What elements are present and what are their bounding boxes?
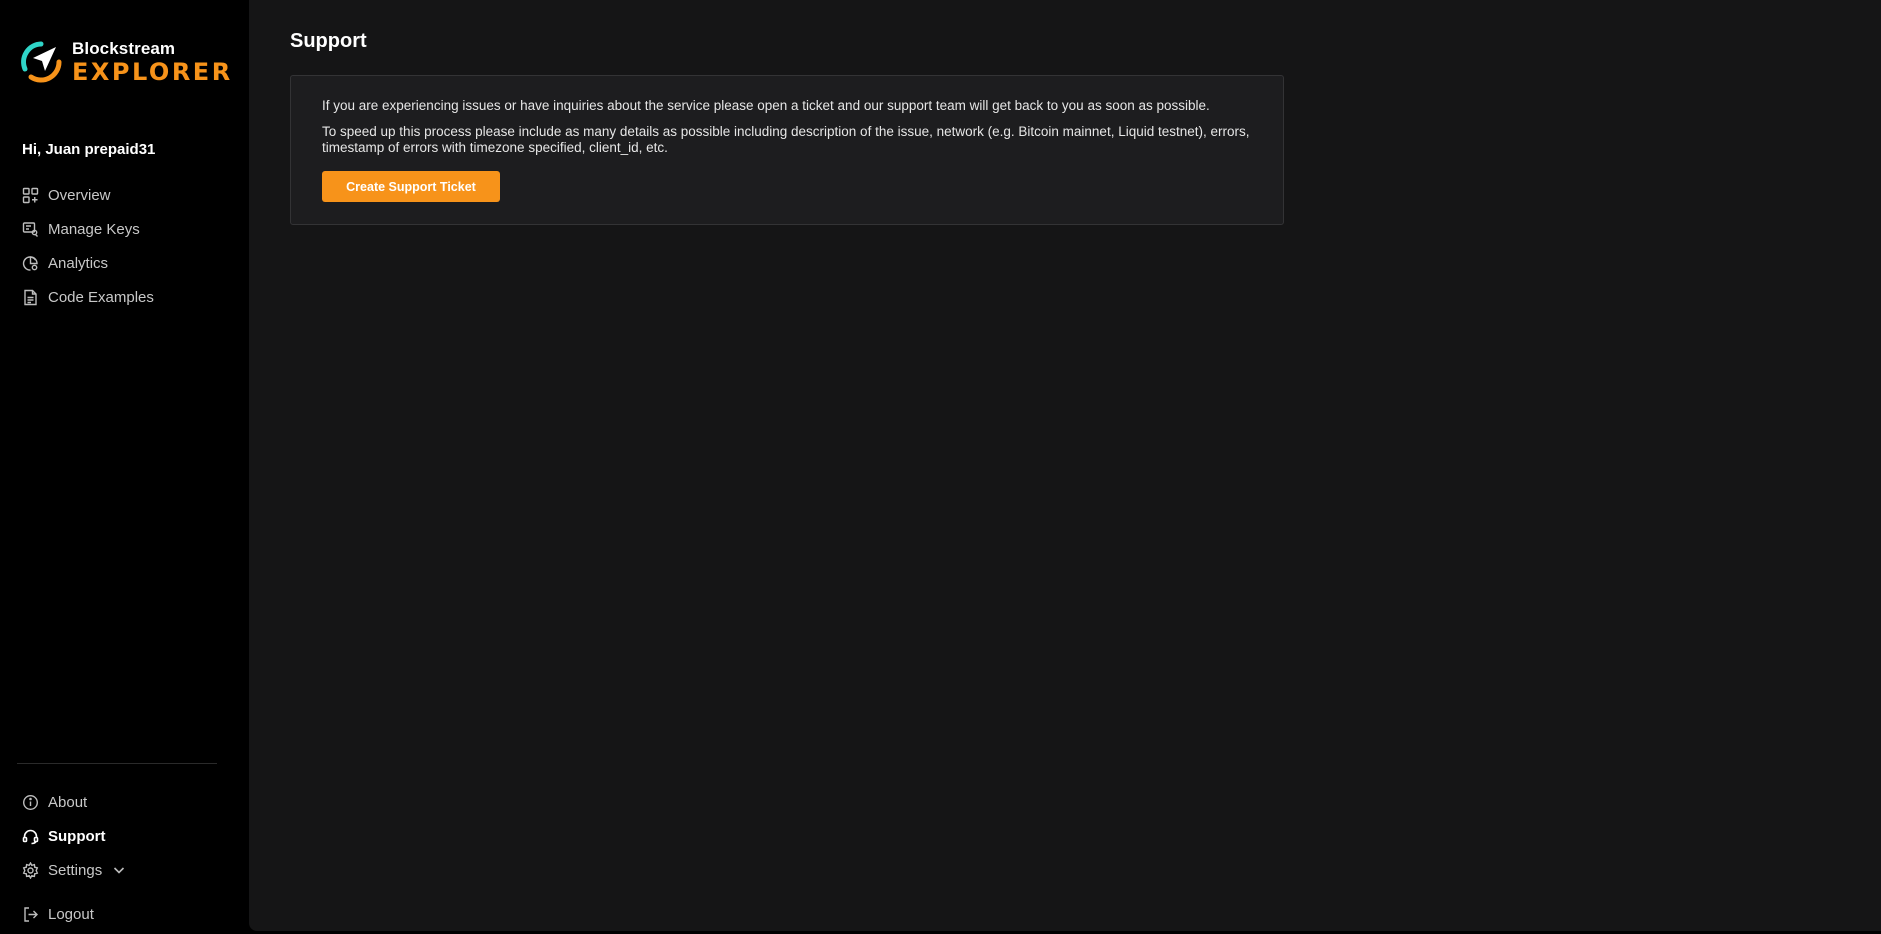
sidebar-divider (17, 763, 217, 764)
sidebar-item-label: Overview (48, 186, 111, 204)
sidebar: Blockstream EXPLORER Hi, Juan prepaid31 … (0, 0, 249, 934)
sidebar-item-overview[interactable]: Overview (22, 184, 111, 206)
sidebar-item-manage-keys[interactable]: Manage Keys (22, 218, 140, 240)
brand-logo[interactable]: Blockstream EXPLORER (20, 38, 230, 86)
key-icon (22, 221, 39, 238)
grid-icon (22, 187, 39, 204)
support-card: If you are experiencing issues or have i… (290, 75, 1284, 225)
main-content: Support If you are experiencing issues o… (249, 0, 1881, 931)
sidebar-item-code-examples[interactable]: Code Examples (22, 286, 154, 308)
analytics-icon (22, 255, 39, 272)
sidebar-item-label: Settings (48, 861, 103, 879)
support-icon (22, 828, 39, 845)
logout-icon (22, 906, 39, 923)
chevron-down-icon[interactable] (112, 863, 126, 877)
sidebar-item-label: Code Examples (48, 288, 154, 306)
sidebar-item-logout[interactable]: Logout (22, 903, 94, 925)
document-icon (22, 289, 39, 306)
sidebar-item-analytics[interactable]: Analytics (22, 252, 108, 274)
support-intro-text: If you are experiencing issues or have i… (322, 98, 1210, 113)
support-details-text: To speed up this process please include … (322, 124, 1250, 155)
info-icon (22, 794, 39, 811)
brand-name-top: Blockstream (72, 39, 176, 58)
gear-icon (22, 861, 39, 879)
blockstream-logo-icon (21, 41, 62, 83)
sidebar-item-label: Manage Keys (48, 220, 140, 238)
sidebar-item-settings[interactable]: Settings (22, 859, 126, 881)
sidebar-item-label: Analytics (48, 254, 109, 272)
sidebar-item-about[interactable]: About (22, 791, 87, 813)
sidebar-item-label: Logout (48, 905, 94, 923)
sidebar-item-support[interactable]: Support (22, 825, 106, 847)
page-title: Support (290, 30, 367, 52)
user-greeting: Hi, Juan prepaid31 (22, 141, 156, 158)
create-support-ticket-button[interactable]: Create Support Ticket (322, 171, 500, 202)
sidebar-item-label: About (48, 793, 88, 811)
sidebar-item-label: Support (48, 827, 106, 845)
brand-name-bottom: EXPLORER (72, 58, 233, 86)
app-root: Blockstream EXPLORER Hi, Juan prepaid31 … (0, 0, 1881, 934)
